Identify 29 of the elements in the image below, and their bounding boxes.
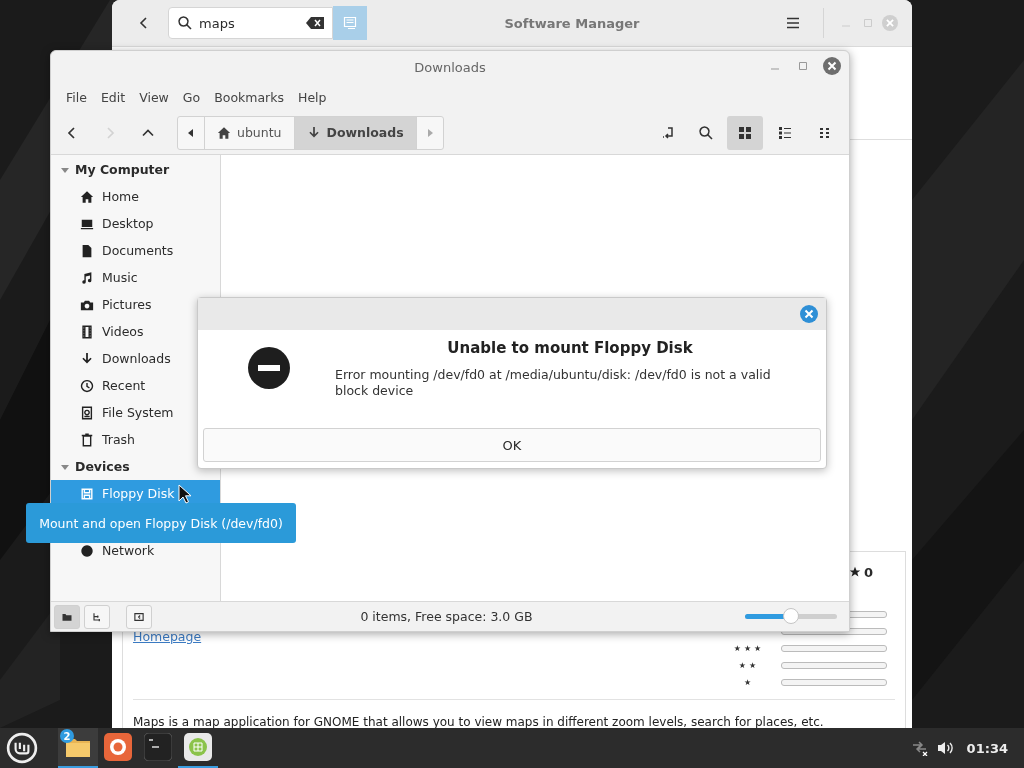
menu-item[interactable]: Edit [93,89,133,105]
path-button[interactable]: ubuntu [204,116,294,149]
menu-item[interactable]: File [59,89,94,105]
star-label: ★★★ [733,643,765,654]
sidebar-item[interactable]: Home [51,183,220,210]
star-label: ★★ [738,660,760,671]
notification-badge: 2 [60,729,74,743]
sidebar-item[interactable]: Music [51,264,220,291]
rating-count: 0 [863,564,873,580]
menu-item[interactable]: Help [291,89,334,105]
section-header[interactable]: My Computer [51,156,220,183]
window-title: Downloads [414,59,486,75]
menu-item[interactable]: View [132,89,176,105]
dialog-message: Error mounting /dev/fd0 at /media/ubuntu/disk: /dev/fd0 is not a valid block device [335,367,772,399]
star-label: ★ [743,677,755,688]
homepage-link[interactable]: Homepage [133,629,202,644]
path-button[interactable]: Downloads [293,116,417,149]
menu-item[interactable]: Go [175,89,208,105]
search-field[interactable]: maps [168,7,333,39]
app-description: Maps is a map application for GNOME that allows you to view maps in different zoom levels, search for places, etc. [133,715,825,728]
sidebar-item[interactable]: Documents [51,237,220,264]
ok-button[interactable]: OK [203,428,821,462]
status-text: 0 items, Free space: 3.0 GB [359,609,534,624]
sidebar-item[interactable]: Desktop [51,210,220,237]
menu-item[interactable]: Bookmarks [207,89,291,105]
window-title: Software Manager [503,15,641,31]
tooltip: Mount and open Floppy Disk (/dev/fd0) [26,503,296,543]
dialog-title: Unable to mount Floppy Disk [446,339,694,357]
clock: 01:34 [966,740,1008,756]
